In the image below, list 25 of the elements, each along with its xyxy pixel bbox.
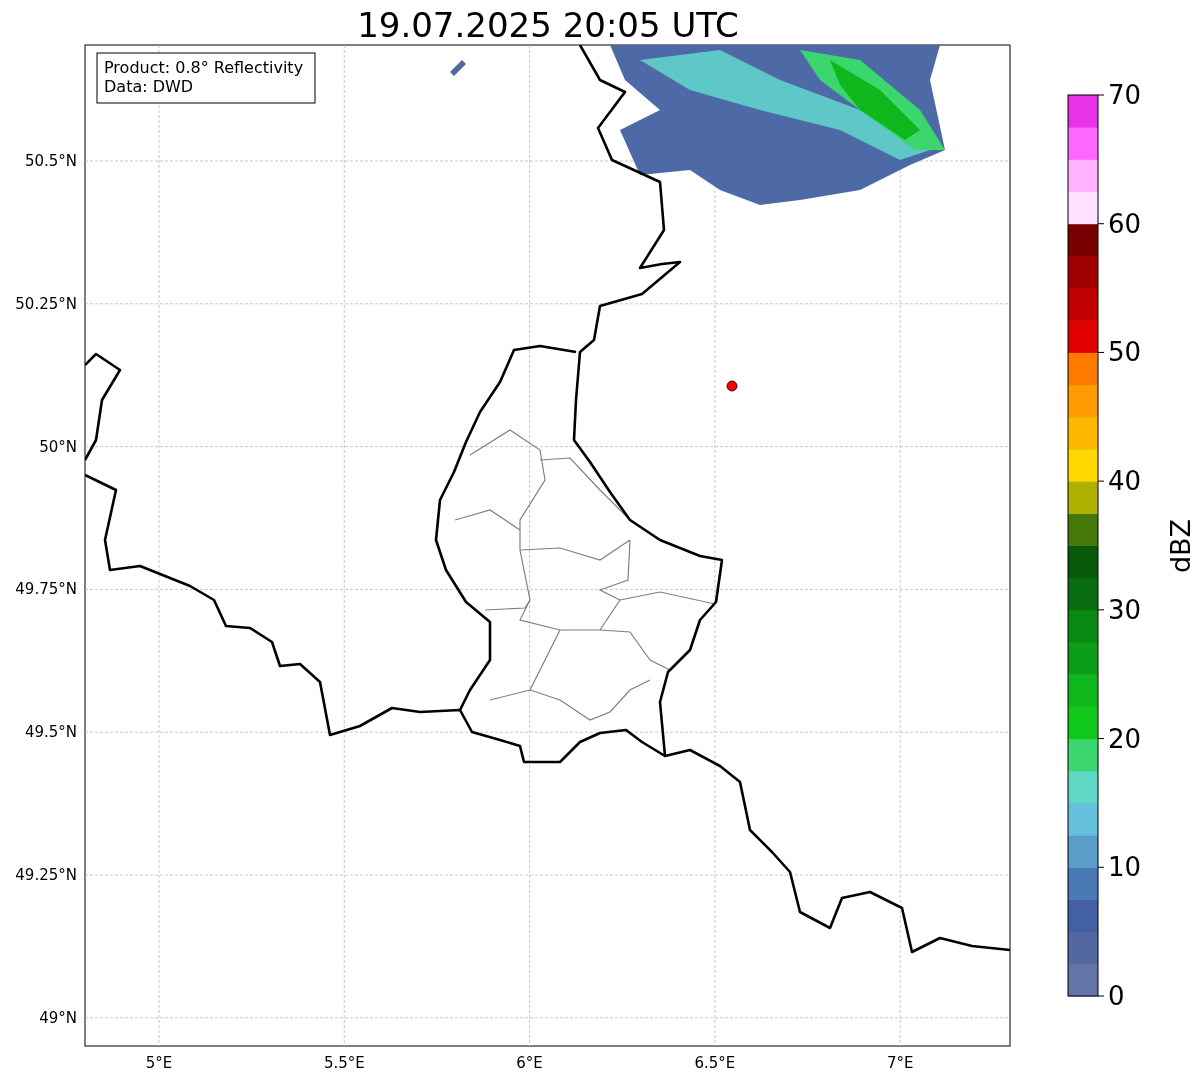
colorbar-tick-label: 50 [1108, 337, 1142, 368]
annotation-text: Data: DWD [104, 77, 194, 96]
longitude-label: 6°E [516, 1054, 543, 1072]
longitude-label: 5.5°E [323, 1054, 365, 1072]
colorbar-tick-label: 40 [1108, 466, 1142, 497]
latitude-label: 49°N [39, 1008, 77, 1027]
latitude-label: 50°N [39, 437, 77, 456]
chart-title: 19.07.2025 20:05 UTC [357, 5, 739, 45]
colorbar-tick-label: 60 [1108, 208, 1142, 239]
colorbar-label: dBZ [1165, 518, 1196, 574]
annotation-text: Product: 0.8° Reflectivity [104, 58, 304, 77]
longitude-label: 6.5°E [694, 1054, 736, 1072]
colorbar-tick-label: 70 [1108, 80, 1142, 110]
longitude-label: 7°E [886, 1054, 914, 1072]
latitude-label: 50.25°N [15, 294, 77, 313]
latitude-label: 50.5°N [24, 152, 77, 170]
latitude-label: 49.5°N [24, 723, 77, 742]
location-marker [726, 380, 738, 392]
colorbar-tick-label: 20 [1108, 723, 1142, 754]
latitude-label: 49.25°N [15, 866, 77, 884]
longitude-label: 5°E [145, 1054, 173, 1072]
colorbar-tick-label: 10 [1108, 852, 1142, 883]
colorbar-tick-label: 30 [1108, 594, 1142, 625]
latitude-label: 49.75°N [15, 580, 77, 599]
colorbar-tick-label: 0 [1108, 981, 1125, 1011]
